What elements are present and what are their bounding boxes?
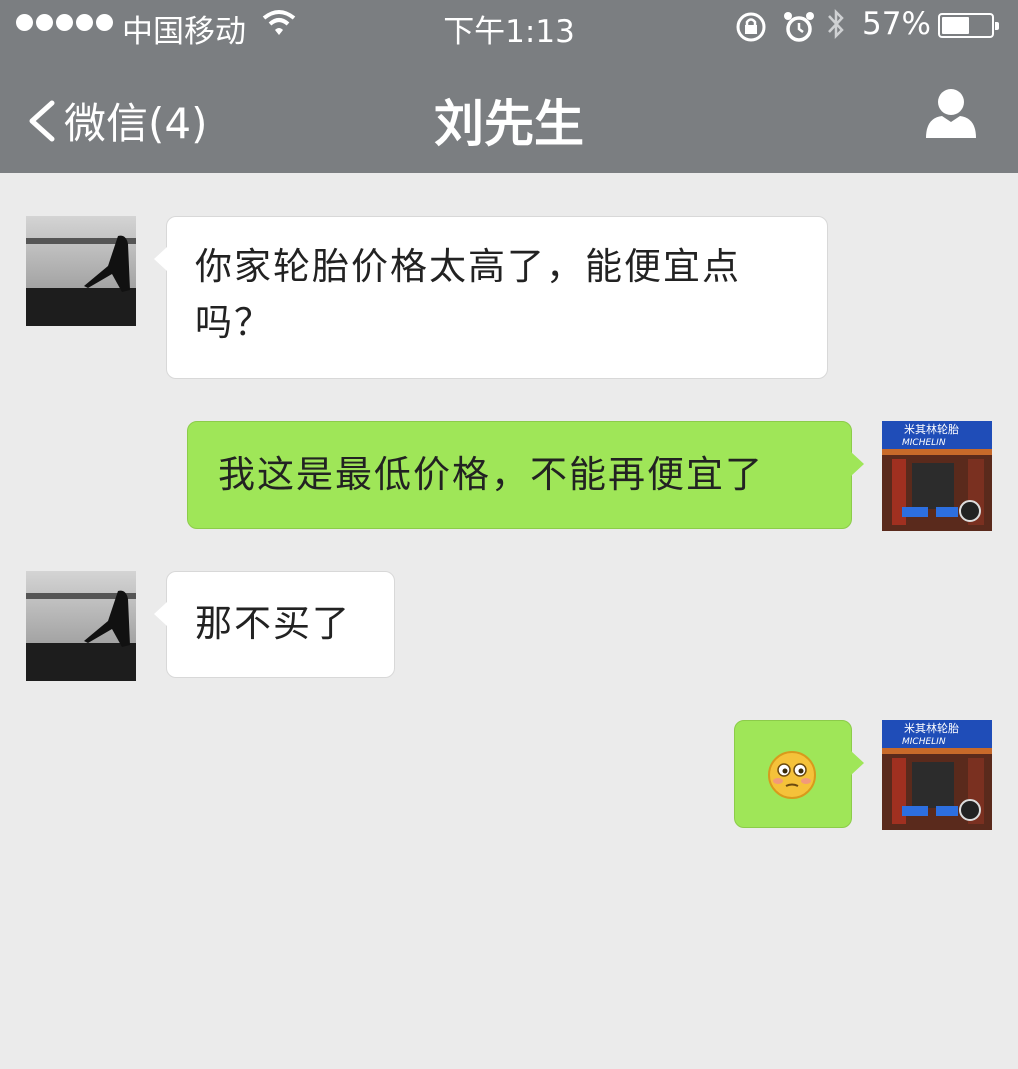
shop-avatar-image: 米其林轮胎 MICHELIN (882, 421, 992, 531)
top-bar: 中国移动 下午1:13 57% 微信(4) 刘先生 (0, 0, 1018, 173)
shop-sign-text: 米其林轮胎 (904, 422, 959, 436)
chat-title: 刘先生 (434, 95, 584, 153)
contact-profile-button[interactable] (922, 84, 980, 142)
message-bubble-outgoing[interactable]: 我这是最低价格，不能再便宜了 (187, 421, 864, 529)
message-bubble-incoming[interactable]: 你家轮胎价格太高了，能便宜点吗？ (154, 216, 828, 379)
alarm-clock-icon (783, 10, 815, 52)
shop-brand-text: MICHELIN (902, 737, 946, 747)
bluetooth-icon (826, 7, 846, 49)
battery-fill (942, 17, 969, 34)
contact-avatar[interactable] (26, 216, 136, 326)
battery-percent: 57% (862, 6, 931, 42)
message-text: 你家轮胎价格太高了，能便宜点吗？ (195, 245, 741, 344)
person-icon (926, 89, 976, 138)
rotation-lock-icon (734, 10, 768, 52)
contact-avatar-image (26, 571, 136, 681)
shop-brand-text: MICHELIN (902, 438, 946, 448)
message-bubble-incoming[interactable]: 那不买了 (154, 571, 395, 678)
message-bubble-outgoing[interactable] (734, 720, 864, 828)
contact-avatar-image (26, 216, 136, 326)
contact-avatar[interactable] (26, 571, 136, 681)
my-avatar[interactable]: 米其林轮胎 MICHELIN (882, 421, 992, 531)
shop-avatar-image: 米其林轮胎 MICHELIN (882, 720, 992, 830)
my-avatar[interactable]: 米其林轮胎 MICHELIN (882, 720, 992, 830)
status-bar: 中国移动 下午1:13 57% (0, 0, 1018, 52)
awkward-smile-emoji-icon (768, 751, 816, 799)
message-text: 我这是最低价格，不能再便宜了 (218, 453, 764, 496)
nav-bar: 微信(4) 刘先生 (0, 52, 1018, 173)
shop-sign-text: 米其林轮胎 (904, 721, 959, 735)
message-text: 那不买了 (195, 602, 351, 645)
battery-icon (938, 13, 999, 38)
